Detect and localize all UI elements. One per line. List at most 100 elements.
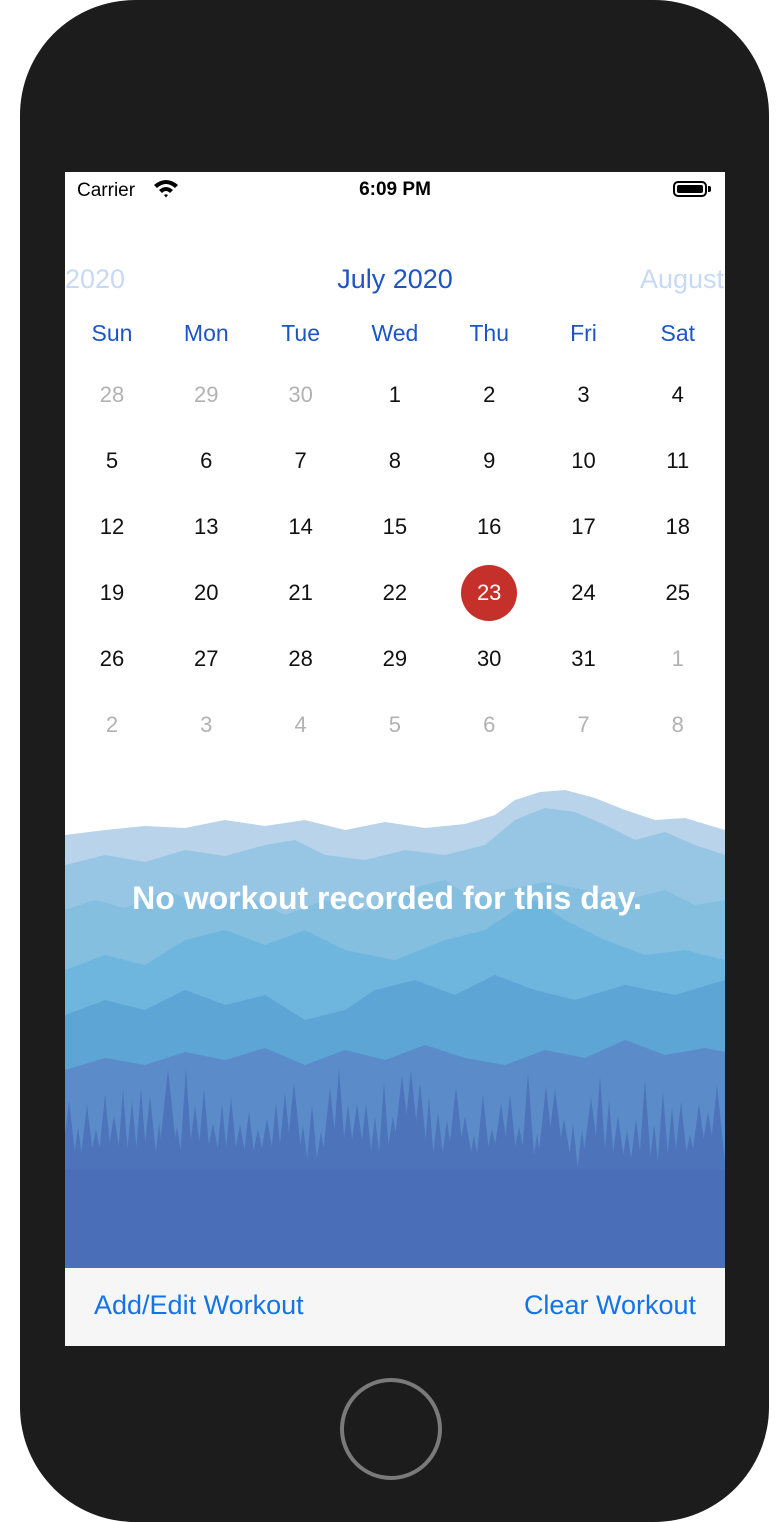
calendar-day-number: 7: [577, 712, 590, 737]
weekday-wed: Wed: [371, 320, 419, 346]
calendar-day[interactable]: 22: [348, 560, 442, 626]
bottom-toolbar: Add/Edit Workout Clear Workout: [65, 1268, 725, 1346]
weekday-sun: Sun: [91, 320, 133, 346]
calendar-day-number: 8: [388, 448, 402, 473]
calendar-day[interactable]: 29: [159, 362, 253, 428]
calendar-day-number: 4: [294, 712, 307, 737]
calendar-day-number: 28: [288, 646, 313, 671]
calendar-day[interactable]: 26: [65, 626, 159, 692]
month-header: 2020 July 2020 August: [65, 264, 725, 304]
calendar-day-number: 6: [200, 448, 213, 473]
add-edit-workout-button[interactable]: Add/Edit Workout: [94, 1290, 304, 1321]
calendar-day[interactable]: 8: [348, 428, 442, 494]
calendar-day[interactable]: 14: [254, 494, 348, 560]
battery-icon: [673, 181, 711, 197]
calendar-day[interactable]: 27: [159, 626, 253, 692]
calendar-day[interactable]: 9: [442, 428, 536, 494]
calendar-day[interactable]: 5: [65, 428, 159, 494]
calendar-day[interactable]: 19: [65, 560, 159, 626]
calendar-day[interactable]: 6: [442, 692, 536, 758]
calendar-day-number: 22: [382, 580, 408, 605]
calendar-day[interactable]: 18: [631, 494, 725, 560]
calendar-day-number: 7: [294, 448, 307, 473]
calendar-day[interactable]: 17: [537, 494, 631, 560]
calendar-day[interactable]: 15: [348, 494, 442, 560]
calendar-day[interactable]: 4: [631, 362, 725, 428]
calendar-day[interactable]: 6: [159, 428, 253, 494]
calendar-day-number: 18: [665, 514, 691, 539]
weekday-header: Sun Mon Tue Wed Thu Fri Sat: [65, 320, 725, 354]
calendar-day[interactable]: 16: [442, 494, 536, 560]
app-screen: Carrier 6:09 PM 2020 July 2020 August Su…: [65, 172, 725, 1346]
calendar-day-number: 29: [194, 382, 219, 407]
calendar-day-number: 10: [571, 448, 596, 473]
calendar-day[interactable]: 30: [442, 626, 536, 692]
calendar-day-selected[interactable]: 23: [442, 560, 536, 626]
calendar-day[interactable]: 20: [159, 560, 253, 626]
calendar-day-number: 31: [571, 646, 596, 671]
calendar-day[interactable]: 13: [159, 494, 253, 560]
calendar-day-number: 16: [476, 514, 502, 539]
calendar-day-number: 4: [671, 382, 684, 407]
calendar-day-number: 3: [200, 712, 213, 737]
calendar-day[interactable]: 7: [254, 428, 348, 494]
calendar-day-number: 5: [388, 712, 402, 737]
calendar-day[interactable]: 3: [537, 362, 631, 428]
status-time: 6:09 PM: [359, 179, 431, 200]
calendar-day-number: 6: [483, 712, 496, 737]
calendar-day[interactable]: 5: [348, 692, 442, 758]
calendar-day[interactable]: 21: [254, 560, 348, 626]
calendar-day-number: 30: [476, 646, 502, 671]
calendar-day-number: 2: [105, 712, 119, 737]
calendar-day-number: 19: [99, 580, 125, 605]
clear-workout-button[interactable]: Clear Workout: [524, 1290, 696, 1321]
calendar-day[interactable]: 2: [442, 362, 536, 428]
calendar-day-number: 13: [194, 514, 219, 539]
calendar-day[interactable]: 10: [537, 428, 631, 494]
calendar-day[interactable]: 12: [65, 494, 159, 560]
calendar-day[interactable]: 3: [159, 692, 253, 758]
next-month-label[interactable]: August: [640, 264, 724, 295]
calendar-day-number: 8: [671, 712, 684, 737]
weekday-tue: Tue: [281, 320, 320, 346]
empty-workout-message: No workout recorded for this day.: [132, 880, 642, 916]
calendar-day-number: 26: [99, 646, 125, 671]
calendar-day-number: 1: [671, 646, 684, 671]
weekday-thu: Thu: [469, 320, 509, 346]
calendar-day-number: 9: [483, 448, 496, 473]
home-button[interactable]: [340, 1378, 442, 1480]
calendar-day-number: 30: [288, 382, 313, 407]
calendar-day-number: 21: [288, 580, 313, 605]
calendar-day-number: 12: [99, 514, 125, 539]
current-month-label: July 2020: [337, 264, 453, 294]
calendar-day-number: 14: [288, 514, 313, 539]
calendar-day[interactable]: 11: [631, 428, 725, 494]
calendar-day[interactable]: 1: [348, 362, 442, 428]
calendar-day[interactable]: 29: [348, 626, 442, 692]
calendar-day[interactable]: 28: [254, 626, 348, 692]
calendar-day-number: 20: [194, 580, 219, 605]
calendar-day[interactable]: 7: [537, 692, 631, 758]
calendar-day[interactable]: 31: [537, 626, 631, 692]
calendar-day-number: 11: [666, 448, 690, 473]
status-bar: Carrier 6:09 PM: [65, 172, 725, 208]
calendar-day[interactable]: 24: [537, 560, 631, 626]
calendar-day-number: 5: [105, 448, 119, 473]
weekday-sat: Sat: [660, 320, 696, 346]
calendar-day[interactable]: 28: [65, 362, 159, 428]
calendar-day-number: 3: [577, 382, 590, 407]
calendar-day[interactable]: 8: [631, 692, 725, 758]
calendar-day[interactable]: 2: [65, 692, 159, 758]
weekday-mon: Mon: [183, 320, 229, 346]
calendar-day-number: 24: [571, 580, 596, 605]
weekday-fri: Fri: [570, 320, 597, 346]
calendar-day[interactable]: 4: [254, 692, 348, 758]
calendar-day-number: 27: [194, 646, 219, 671]
calendar-day[interactable]: 1: [631, 626, 725, 692]
calendar-day-number: 15: [382, 514, 408, 539]
calendar-day-number: 1: [388, 382, 402, 407]
calendar-day[interactable]: 25: [631, 560, 725, 626]
calendar-day[interactable]: 30: [254, 362, 348, 428]
mountain-forest-illustration: [65, 790, 725, 1270]
calendar-day-number: 23: [461, 565, 518, 621]
